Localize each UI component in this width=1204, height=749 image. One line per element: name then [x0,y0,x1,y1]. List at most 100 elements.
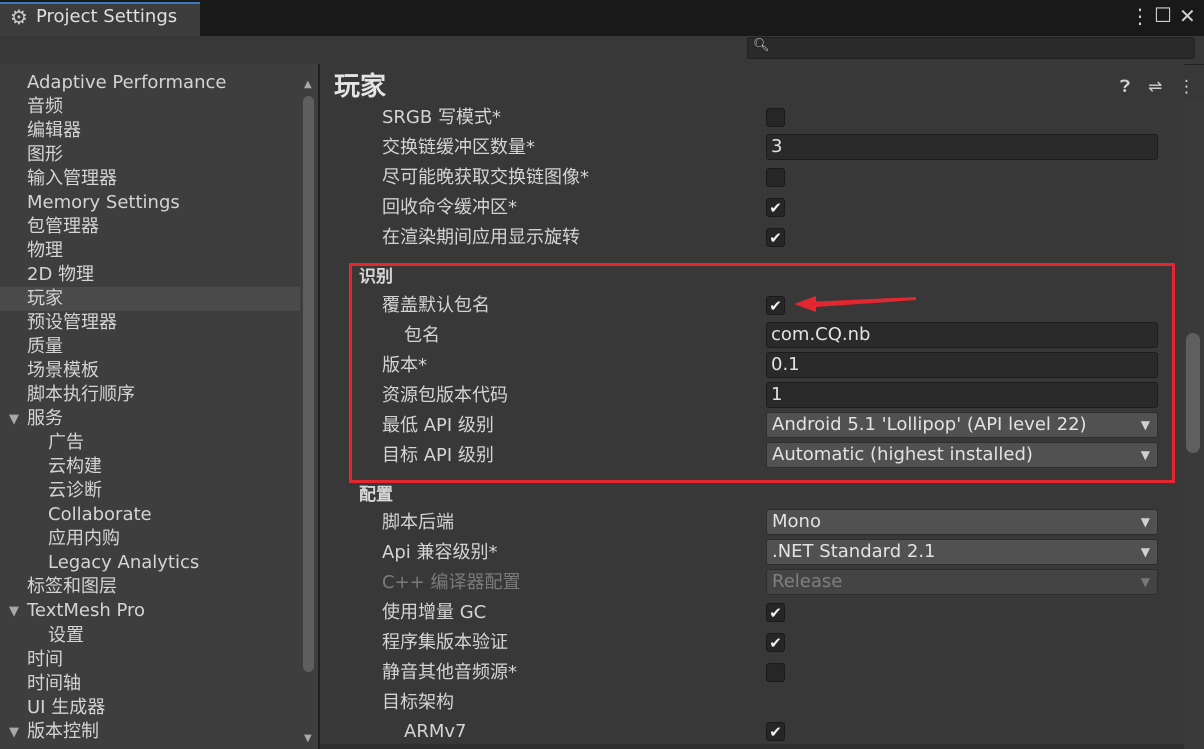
check-icon: ✔ [769,634,782,652]
late-acquire-checkbox[interactable] [766,168,785,187]
close-icon[interactable]: ✕ [1179,4,1196,28]
recycle-command-buffers-label: 回收命令缓冲区* [382,197,517,218]
scroll-down-icon[interactable]: ▼ [304,733,312,744]
expand-arrow-icon[interactable]: ▼ [9,408,19,432]
sidebar-item-tags-and-layers[interactable]: 标签和图层 [0,575,300,599]
mute-other-audio-label: 静音其他音频源* [382,662,517,683]
sidebar-scroll-thumb[interactable] [303,96,314,672]
dropdown-arrow-icon: ▼ [1140,515,1150,529]
armv7-label: ARMv7 [404,721,467,742]
sidebar-item-label: 时间轴 [27,673,81,694]
sidebar-item-version-control[interactable]: ▼ 版本控制 [0,720,300,744]
sidebar-item-label: 脚本执行顺序 [27,384,135,405]
sidebar-item-ads[interactable]: 广告 [0,431,300,455]
sidebar-item-label: 服务 [27,408,63,429]
sidebar-item-label: 物理 [27,240,63,261]
dropdown-arrow-icon: ▼ [1140,575,1150,589]
sidebar-item-label: TextMesh Pro [27,600,146,621]
incremental-gc-label: 使用增量 GC [382,602,487,623]
sidebar-item-preset-manager[interactable]: 预设管理器 [0,311,300,335]
sidebar-item-label: 图形 [27,144,63,165]
check-icon: ✔ [769,604,782,622]
sidebar-item-input-manager[interactable]: 输入管理器 [0,167,300,191]
sidebar-item-label: Adaptive Performance [27,72,227,93]
sidebar-item-label: 包管理器 [27,216,99,237]
recycle-command-buffers-checkbox[interactable]: ✔ [766,198,785,217]
expand-arrow-icon[interactable]: ▼ [9,721,19,745]
kebab-icon[interactable]: ⋮ [1178,77,1195,97]
check-icon: ✔ [769,723,782,741]
scroll-up-icon[interactable]: ▲ [304,79,312,90]
cpp-compiler-config-label: C++ 编译器配置 [382,572,521,593]
sidebar-item-audio[interactable]: 音频 [0,95,300,119]
sidebar-item-timeline[interactable]: 时间轴 [0,672,300,696]
sidebar-item-label: 预设管理器 [27,312,117,333]
api-compat-level-dropdown[interactable]: .NET Standard 2.1 ▼ [766,539,1158,565]
sidebar-item-script-execution-order[interactable]: 脚本执行顺序 [0,383,300,407]
expand-arrow-icon[interactable]: ▼ [9,600,19,624]
sidebar-item-label: 音频 [27,96,63,117]
swapchain-buffers-label: 交换链缓冲区数量* [382,137,535,158]
sidebar-item-cloud-build[interactable]: 云构建 [0,455,300,479]
sidebar-item-collaborate[interactable]: Collaborate [0,503,300,527]
sidebar-item-editor[interactable]: 编辑器 [0,119,300,143]
settings-sidebar: Adaptive Performance 音频 编辑器 图形 输入管理器 Mem… [0,64,300,749]
sidebar-item-adaptive-performance[interactable]: Adaptive Performance [0,71,300,95]
sidebar-item-services[interactable]: ▼ 服务 [0,407,300,431]
sidebar-item-memory-settings[interactable]: Memory Settings [0,191,300,215]
presets-icon[interactable]: ⇌ [1148,77,1162,97]
sidebar-item-ui-builder[interactable]: UI 生成器 [0,696,300,720]
scripting-backend-label: 脚本后端 [382,512,454,533]
sidebar-item-label: 云构建 [48,456,102,477]
page-title: 玩家 [334,72,387,102]
scripting-backend-dropdown[interactable]: Mono ▼ [766,509,1158,535]
sidebar-item-time[interactable]: 时间 [0,648,300,672]
sidebar-item-label: 标签和图层 [27,576,117,597]
window-menu-icon[interactable]: ⋮ [1130,4,1150,28]
sidebar-item-label: 编辑器 [27,120,81,141]
sidebar-item-graphics[interactable]: 图形 [0,143,300,167]
mute-other-audio-checkbox[interactable] [766,663,785,682]
configuration-section-title: 配置 [359,485,393,505]
search-input[interactable] [768,38,1188,57]
sidebar-item-label: Legacy Analytics [48,552,200,573]
maximize-icon[interactable]: ☐ [1154,3,1172,27]
highlight-box [349,263,1175,483]
main-scroll-thumb[interactable] [1186,333,1200,453]
sidebar-item-label: Memory Settings [27,192,180,213]
window-title: Project Settings [36,6,178,27]
sidebar-item-label: 云诊断 [48,480,102,501]
sidebar-item-cloud-diagnostics[interactable]: 云诊断 [0,479,300,503]
srgb-write-mode-label: SRGB 写模式* [382,107,501,128]
swapchain-buffers-field[interactable]: 3 [766,134,1158,160]
late-acquire-label: 尽可能晚获取交换链图像* [382,167,589,188]
sidebar-item-quality[interactable]: 质量 [0,335,300,359]
srgb-write-mode-checkbox[interactable] [766,108,785,127]
sidebar-item-label: 设置 [48,625,84,646]
sidebar-item-label: 输入管理器 [27,168,117,189]
sidebar-item-in-app-purchasing[interactable]: 应用内购 [0,527,300,551]
sidebar-item-scene-template[interactable]: 场景模板 [0,359,300,383]
apply-display-rotation-label: 在渲染期间应用显示旋转 [382,227,580,248]
target-architectures-label: 目标架构 [382,692,454,713]
cpp-compiler-config-dropdown: Release ▼ [766,569,1158,595]
dropdown-arrow-icon: ▼ [1140,545,1150,559]
sidebar-item-physics-2d[interactable]: 2D 物理 [0,263,300,287]
help-icon[interactable]: ❓︎ [1120,77,1130,97]
apply-display-rotation-checkbox[interactable]: ✔ [766,228,785,247]
sidebar-item-package-manager[interactable]: 包管理器 [0,215,300,239]
sidebar-item-label: 场景模板 [27,360,99,381]
assembly-version-validation-checkbox[interactable]: ✔ [766,633,785,652]
sidebar-item-textmesh-pro[interactable]: ▼ TextMesh Pro [0,599,300,623]
sidebar-item-label: 应用内购 [48,528,120,549]
sidebar-item-label: 玩家 [27,288,63,309]
sidebar-item-player[interactable]: 玩家 [0,287,300,311]
sidebar-item-label: UI 生成器 [27,697,106,718]
armv7-checkbox[interactable]: ✔ [766,722,785,741]
incremental-gc-checkbox[interactable]: ✔ [766,603,785,622]
api-compat-level-value: .NET Standard 2.1 [772,541,936,562]
sidebar-item-textmesh-settings[interactable]: 设置 [0,624,300,648]
bottom-edge [320,744,1184,749]
sidebar-item-physics[interactable]: 物理 [0,239,300,263]
sidebar-item-legacy-analytics[interactable]: Legacy Analytics [0,551,300,575]
